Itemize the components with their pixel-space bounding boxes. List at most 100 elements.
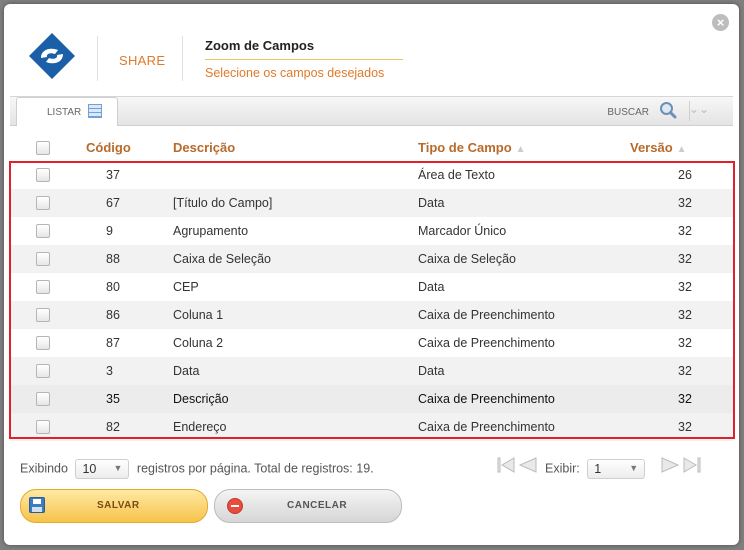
cell-versao: 32 (678, 336, 692, 350)
cell-versao: 26 (678, 168, 692, 182)
next-page-button[interactable] (660, 455, 680, 475)
table-row[interactable]: 9 Agrupamento Marcador Único 32 (10, 217, 733, 245)
cell-codigo: 87 (106, 336, 120, 350)
cell-descricao: Agrupamento (173, 224, 249, 238)
cell-codigo: 9 (106, 224, 113, 238)
cell-versao: 32 (678, 280, 692, 294)
table-row[interactable]: 88 Caixa de Seleção Caixa de Seleção 32 (10, 245, 733, 273)
share-logo-icon (29, 33, 75, 79)
col-codigo-header[interactable]: Código (86, 133, 173, 161)
page-value: 1 (594, 462, 602, 476)
search-label[interactable]: BUSCAR (607, 107, 649, 118)
exibir-label: Exibir: (545, 461, 580, 476)
title-divider (182, 36, 183, 81)
table-header-row: Código Descrição Tipo de Campo ▲ Versão ▲ (10, 133, 733, 161)
double-chevron-down-icon[interactable]: ⌄⌄ (689, 102, 709, 116)
per-page-select[interactable]: 10 ▼ (75, 459, 130, 479)
cell-tipo: Caixa de Seleção (418, 245, 618, 273)
cell-descricao: Descrição (173, 385, 418, 413)
row-checkbox[interactable] (36, 420, 50, 435)
sort-up-icon: ▲ (676, 143, 687, 155)
toolbar: LISTAR BUSCAR ⌄⌄ (10, 96, 733, 126)
row-checkbox[interactable] (36, 252, 50, 267)
row-checkbox[interactable] (36, 280, 50, 295)
last-page-icon (683, 457, 701, 473)
cell-tipo: Marcador Único (418, 224, 507, 238)
table-row[interactable]: 82 Endereço Caixa de Preenchimento 32 (10, 413, 733, 441)
table-row[interactable]: 80 CEP Data 32 (10, 273, 733, 301)
brand-name: SHARE (119, 53, 166, 68)
row-checkbox[interactable] (36, 196, 50, 211)
dialog-subtitle: Selecione os campos desejados (205, 66, 385, 80)
previous-page-icon (518, 457, 537, 473)
per-page-value: 10 (82, 462, 97, 476)
row-checkbox[interactable] (36, 364, 50, 379)
cell-codigo: 88 (86, 245, 173, 273)
cell-codigo: 37 (106, 168, 120, 182)
dropdown-arrow-icon: ▼ (629, 463, 639, 473)
table-grid-icon (88, 104, 102, 118)
cell-descricao: CEP (173, 280, 199, 294)
cell-tipo: Caixa de Preenchimento (418, 385, 618, 413)
cell-codigo: 3 (86, 357, 173, 385)
cell-descricao: [Título do Campo] (173, 189, 418, 217)
cell-tipo: Data (418, 280, 445, 294)
cell-descricao: Coluna 1 (173, 301, 418, 329)
page-selector: Exibir: 1 ▼ (545, 459, 646, 479)
fields-table: Código Descrição Tipo de Campo ▲ Versão ▲ … (10, 133, 733, 441)
pager-info: Exibindo 10 ▼ registros por página. Tota… (20, 459, 374, 479)
cell-codigo: 35 (86, 385, 173, 413)
table-row[interactable]: 67 [Título do Campo] Data 32 (10, 189, 733, 217)
row-checkbox[interactable] (36, 336, 50, 351)
row-checkbox[interactable] (36, 392, 50, 407)
zoom-dialog: × SHARE Zoom de Campos Selecione os camp… (4, 4, 739, 545)
cell-descricao: Data (173, 357, 418, 385)
search-icon[interactable] (659, 101, 677, 119)
cell-codigo: 67 (86, 189, 173, 217)
cell-versao: 32 (618, 245, 733, 273)
col-versao-header[interactable]: Versão ▲ (618, 133, 733, 161)
col-versao-label: Versão (630, 139, 673, 155)
page-select[interactable]: 1 ▼ (587, 459, 646, 479)
col-descricao-header[interactable]: Descrição (173, 133, 418, 161)
next-page-icon (661, 457, 680, 473)
table-row[interactable]: 37 Área de Texto 26 (10, 161, 733, 189)
cell-codigo: 82 (86, 413, 173, 441)
select-all-checkbox[interactable] (36, 140, 50, 155)
table-row[interactable]: 3 Data Data 32 (10, 357, 733, 385)
showing-label: Exibindo (20, 461, 68, 476)
cell-tipo: Caixa de Preenchimento (418, 413, 618, 441)
table-row[interactable]: 87 Coluna 2 Caixa de Preenchimento 32 (10, 329, 733, 357)
cell-codigo: 86 (86, 301, 173, 329)
cell-versao: 32 (618, 385, 733, 413)
last-page-button[interactable] (682, 455, 702, 475)
row-checkbox[interactable] (36, 308, 50, 323)
save-button[interactable]: SALVAR (20, 489, 208, 523)
cell-descricao: Coluna 2 (173, 336, 224, 350)
dialog-title: Zoom de Campos (205, 38, 315, 53)
row-checkbox[interactable] (36, 168, 50, 183)
title-underline (205, 59, 403, 60)
cancel-button[interactable]: CANCELAR (214, 489, 402, 523)
table-row[interactable]: 86 Coluna 1 Caixa de Preenchimento 32 (10, 301, 733, 329)
table-row[interactable]: 35 Descrição Caixa de Preenchimento 32 (10, 385, 733, 413)
cell-versao: 32 (618, 301, 733, 329)
previous-page-button[interactable] (518, 455, 538, 475)
tab-listar[interactable]: LISTAR (16, 97, 118, 126)
cell-tipo: Área de Texto (418, 168, 495, 182)
cell-versao: 32 (618, 413, 733, 441)
row-checkbox[interactable] (36, 224, 50, 239)
first-page-button[interactable] (496, 455, 516, 475)
cell-descricao: Caixa de Seleção (173, 245, 418, 273)
cancel-icon (227, 498, 243, 514)
cell-tipo: Data (418, 357, 618, 385)
floppy-disk-icon (29, 497, 45, 513)
first-page-icon (497, 457, 515, 473)
cell-descricao (173, 161, 418, 189)
cell-tipo: Caixa de Preenchimento (418, 336, 555, 350)
cancel-button-label: CANCELAR (287, 500, 348, 511)
cell-versao: 32 (678, 224, 692, 238)
col-tipo-header[interactable]: Tipo de Campo ▲ (418, 133, 618, 161)
cell-versao: 32 (618, 357, 733, 385)
per-page-text: registros por página. Total de registros… (136, 461, 374, 476)
